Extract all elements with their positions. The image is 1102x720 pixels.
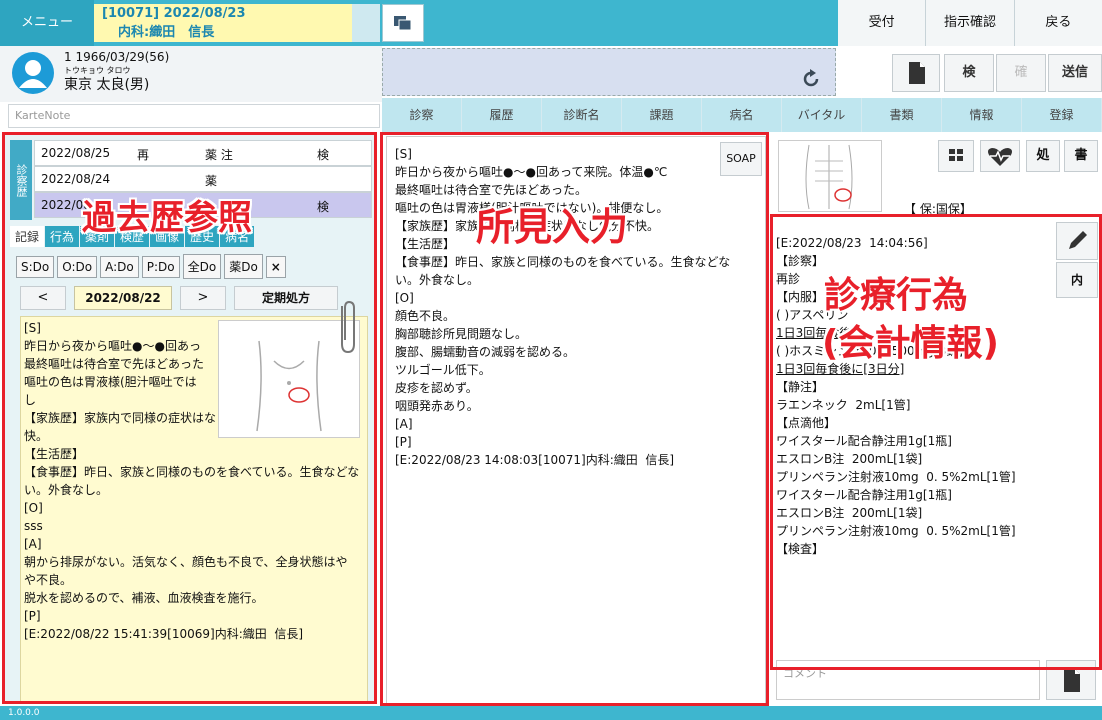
tab-issues[interactable]: 課題 [622, 98, 702, 132]
tab-documents[interactable]: 書類 [862, 98, 942, 132]
patient-panel [0, 46, 382, 102]
tab-history[interactable]: 履歴 [462, 98, 542, 132]
tab-examination[interactable]: 診察 [382, 98, 462, 132]
refresh-icon [803, 69, 819, 87]
header-spacer [352, 4, 380, 42]
patient-id-dob: 1 1966/03/29(56) [64, 50, 170, 64]
header-buttons: 受付 指示確認 戻る [838, 0, 1102, 46]
prescription-button[interactable]: 処 [1026, 140, 1060, 172]
annotation-findings: 所見入力 [476, 205, 629, 249]
user-icon [19, 60, 47, 88]
grid-view-button[interactable] [938, 140, 974, 172]
document-icon [909, 62, 925, 84]
vitals-button[interactable] [980, 140, 1020, 172]
encounter-doctor: 内科:織田 信長 [118, 25, 215, 40]
check-button[interactable]: 検 [944, 54, 994, 92]
body-sketch-thumbnail[interactable] [778, 140, 882, 212]
annotation-orders-line1: 診療行為 [824, 275, 969, 316]
message-area [382, 48, 836, 96]
annotation-past-history: 過去歴参照 [82, 198, 252, 238]
heart-pulse-icon [988, 148, 1012, 166]
instruction-confirm-button[interactable]: 指示確認 [926, 0, 1015, 46]
version-label: 1.0.0.0 [8, 708, 40, 718]
tab-disease[interactable]: 病名 [702, 98, 782, 132]
reception-button[interactable]: 受付 [838, 0, 927, 46]
footer-bar [0, 706, 1102, 720]
tab-diagnosis[interactable]: 診断名 [542, 98, 622, 132]
menu-button[interactable]: メニュー [0, 0, 94, 46]
write-button[interactable]: 書 [1064, 140, 1098, 172]
encounter-info: [10071] 2022/08/23 内科:織田 信長 [94, 4, 352, 42]
confirm-button[interactable]: 確 [996, 54, 1046, 92]
windows-icon [394, 16, 412, 31]
window-switch-button[interactable] [382, 4, 424, 42]
tab-vitals[interactable]: バイタル [782, 98, 862, 132]
back-button[interactable]: 戻る [1014, 0, 1102, 46]
document-button[interactable] [892, 54, 940, 92]
avatar [12, 52, 54, 94]
refresh-button[interactable] [800, 68, 822, 94]
karte-note-input[interactable]: KarteNote [8, 104, 380, 128]
patient-name: 東京 太良(男) [64, 77, 150, 93]
tab-register[interactable]: 登録 [1022, 98, 1102, 132]
send-button[interactable]: 送信 [1048, 54, 1102, 92]
tab-info[interactable]: 情報 [942, 98, 1022, 132]
nav-tabs: 診察 履歴 診断名 課題 病名 バイタル 書類 情報 登録 [382, 98, 1102, 132]
back-sketch-icon [805, 144, 853, 210]
grid-icon [949, 149, 963, 161]
annotation-orders-line2: (会計情報) [822, 323, 999, 364]
encounter-id-date: [10071] 2022/08/23 [102, 6, 246, 21]
